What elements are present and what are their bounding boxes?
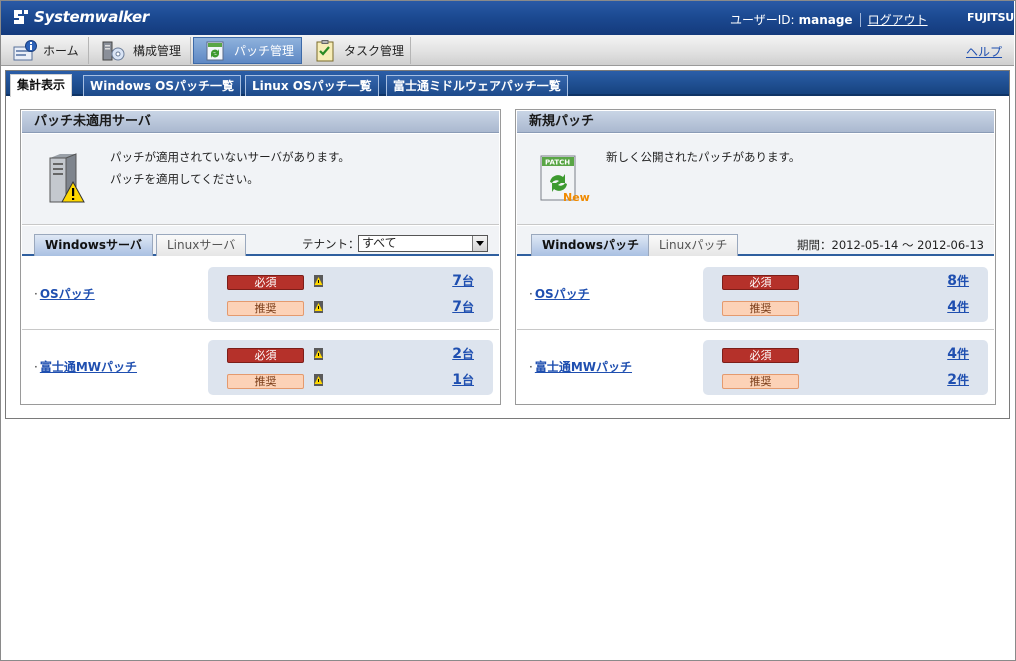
- nav-configuration[interactable]: 構成管理: [91, 37, 191, 64]
- os-patch-new-row: · OSパッチ 必須 8件 推奨 4件: [517, 258, 994, 330]
- required-patch-count[interactable]: 8件: [919, 272, 969, 289]
- new-patches-message: PATCH New 新しく公開されたパッチがあります。: [517, 134, 994, 225]
- recommended-badge: 推奨: [227, 301, 304, 316]
- unpatched-servers-message: パッチが適用されていないサーバがあります。 パッチを適用してください。: [22, 134, 499, 225]
- tenant-selected-value: すべて: [362, 236, 397, 250]
- unpatched-servers-title: パッチ未適用サーバ: [22, 111, 499, 133]
- fujitsu-mw-link-wrap: · 富士通MWパッチ: [34, 360, 138, 374]
- new-icon-label: New: [563, 191, 590, 204]
- os-patch-link-wrap: · OSパッチ: [34, 287, 95, 301]
- patch-os-subtabs: Windowsパッチ Linuxパッチ 期間：2012-05-14 ～ 2012…: [517, 226, 994, 256]
- systemwalker-logo: Systemwalker: [11, 7, 149, 27]
- server-os-subtabs: Windowsサーバ Linuxサーバ テナント： すべて: [22, 226, 499, 256]
- server-warning-icon: [49, 153, 85, 203]
- os-patch-new-counts: 必須 8件 推奨 4件: [703, 267, 988, 322]
- patch-new-icon: PATCH New: [540, 155, 590, 204]
- recommended-badge: 推奨: [722, 301, 799, 316]
- required-badge: 必須: [722, 275, 799, 290]
- lock-warning-icon: [314, 275, 323, 287]
- subtab-windows-servers[interactable]: Windowsサーバ: [34, 234, 153, 256]
- tab-linux-os-patches[interactable]: Linux OSパッチ一覧: [245, 75, 379, 96]
- user-id-label: ユーザーID:: [730, 13, 795, 27]
- recommended-badge: 推奨: [227, 374, 304, 389]
- task-checklist-icon: [316, 39, 334, 61]
- period-range: 期間：2012-05-14 ～ 2012-06-13: [797, 238, 984, 252]
- configuration-icon: [102, 41, 125, 60]
- chevron-down-icon[interactable]: [472, 236, 487, 251]
- required-badge: 必須: [227, 348, 304, 363]
- logout-link[interactable]: ログアウト: [868, 11, 928, 28]
- app-header: Systemwalker ユーザーID: manage ログアウト FUJITS…: [1, 1, 1014, 35]
- fujitsu-logo: FUJITSU: [967, 11, 1014, 24]
- os-patch-server-row: · OSパッチ 必須 7台 推奨 7台: [22, 258, 499, 330]
- new-patches-panel: 新規パッチ PATCH New 新しく公開されたパッチがあります。 Window…: [515, 109, 996, 405]
- systemwalker-logo-icon: [11, 7, 31, 27]
- patch-summary-area: 集計表示 Windows OSパッチ一覧 Linux OSパッチ一覧 富士通ミド…: [5, 70, 1010, 419]
- content-tabs: 集計表示 Windows OSパッチ一覧 Linux OSパッチ一覧 富士通ミド…: [6, 71, 1009, 97]
- unpatched-servers-panel: パッチ未適用サーバ パッチが適用されていないサーバがあります。 パッチを適用して…: [20, 109, 501, 405]
- fujitsu-mw-patch-server-row: · 富士通MWパッチ 必須 2台 推奨 1台: [22, 331, 499, 403]
- nav-task-label: タスク管理: [344, 44, 405, 58]
- lock-warning-icon: [314, 301, 323, 313]
- main-nav: ホーム 構成管理 パッチ管理 タスク管理 ヘルプ: [1, 35, 1014, 66]
- recommended-server-count[interactable]: 7台: [424, 298, 474, 315]
- required-server-count[interactable]: 2台: [424, 345, 474, 362]
- fujitsu-mw-patch-new-counts: 必須 4件 推奨 2件: [703, 340, 988, 395]
- tab-windows-os-patches[interactable]: Windows OSパッチ一覧: [83, 75, 241, 96]
- help-link[interactable]: ヘルプ: [966, 43, 1002, 60]
- nav-patch-label: パッチ管理: [234, 44, 295, 58]
- patch-icon: [206, 41, 224, 60]
- new-patches-title: 新規パッチ: [517, 111, 994, 133]
- unpatched-message-line2: パッチを適用してください。: [110, 172, 259, 186]
- brand-name: Systemwalker: [34, 8, 150, 26]
- subtab-linux-patches[interactable]: Linuxパッチ: [648, 234, 739, 256]
- nav-task[interactable]: タスク管理: [304, 37, 411, 64]
- user-id-value: manage: [798, 12, 853, 27]
- unpatched-message-line1: パッチが適用されていないサーバがあります。: [110, 150, 350, 164]
- fujitsu-mw-patch-link[interactable]: 富士通MWパッチ: [40, 360, 137, 374]
- nav-home-label: ホーム: [43, 44, 79, 58]
- required-badge: 必須: [227, 275, 304, 290]
- tab-fujitsu-middleware-patches[interactable]: 富士通ミドルウェアパッチ一覧: [386, 75, 568, 96]
- tenant-select[interactable]: すべて: [358, 235, 488, 252]
- subtab-windows-patches[interactable]: Windowsパッチ: [531, 234, 650, 256]
- fujitsu-mw-patch-new-row: · 富士通MWパッチ 必須 4件 推奨 2件: [517, 331, 994, 403]
- nav-patch[interactable]: パッチ管理: [193, 37, 302, 64]
- lock-warning-icon: [314, 374, 323, 386]
- os-patch-link[interactable]: OSパッチ: [535, 287, 590, 301]
- os-patch-counts: 必須 7台 推奨 7台: [208, 267, 493, 322]
- os-patch-link-wrap: · OSパッチ: [529, 287, 590, 301]
- required-badge: 必須: [722, 348, 799, 363]
- fujitsu-mw-patch-counts: 必須 2台 推奨 1台: [208, 340, 493, 395]
- recommended-patch-count[interactable]: 2件: [919, 371, 969, 388]
- nav-home[interactable]: ホーム: [3, 37, 89, 64]
- user-info: ユーザーID: manage ログアウト: [730, 11, 928, 28]
- lock-warning-icon: [314, 348, 323, 360]
- required-patch-count[interactable]: 4件: [919, 345, 969, 362]
- recommended-server-count[interactable]: 1台: [424, 371, 474, 388]
- tab-summary[interactable]: 集計表示: [10, 74, 73, 97]
- divider: [859, 12, 861, 27]
- required-server-count[interactable]: 7台: [424, 272, 474, 289]
- subtab-linux-servers[interactable]: Linuxサーバ: [156, 234, 247, 256]
- recommended-badge: 推奨: [722, 374, 799, 389]
- new-patches-message-line1: 新しく公開されたパッチがあります。: [606, 150, 801, 164]
- tenant-label: テナント：: [302, 237, 360, 251]
- nav-configuration-label: 構成管理: [133, 44, 182, 58]
- home-info-icon: [13, 39, 37, 60]
- os-patch-link[interactable]: OSパッチ: [40, 287, 95, 301]
- patch-icon-label: PATCH: [545, 159, 570, 167]
- fujitsu-mw-patch-link[interactable]: 富士通MWパッチ: [535, 360, 632, 374]
- fujitsu-mw-link-wrap: · 富士通MWパッチ: [529, 360, 633, 374]
- recommended-patch-count[interactable]: 4件: [919, 298, 969, 315]
